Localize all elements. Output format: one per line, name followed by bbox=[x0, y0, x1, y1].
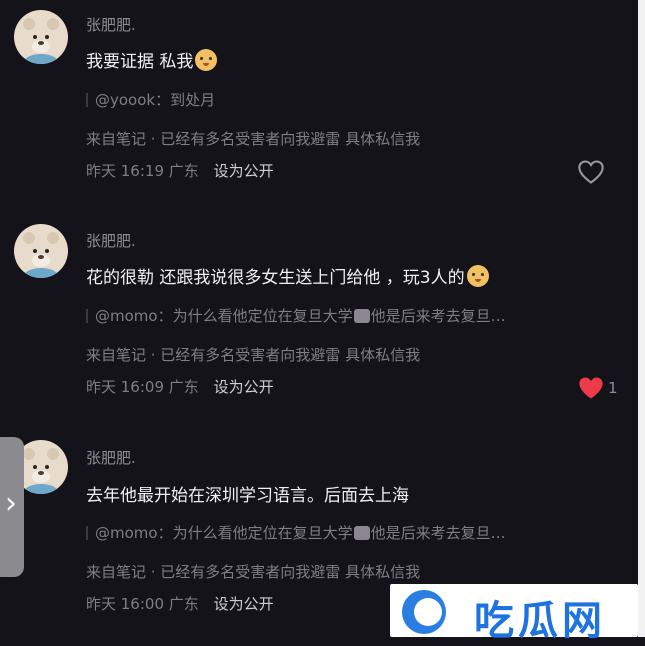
username[interactable]: 张肥肥. bbox=[86, 447, 136, 468]
quoted-reply[interactable]: @momo：为什么看他定位在复旦大学 他是后来考去复旦… bbox=[86, 522, 506, 543]
source-line: 来自笔记 · 已经有多名受害者向我避雷 具体私信我 bbox=[86, 563, 421, 581]
comment-meta: 昨天 16:00 广东 设为公开 bbox=[86, 593, 274, 614]
set-public-button[interactable]: 设为公开 bbox=[214, 595, 274, 613]
watermark-text: 吃瓜网 bbox=[474, 598, 606, 644]
timestamp: 昨天 16:00 bbox=[86, 595, 164, 613]
side-drawer-handle[interactable]: › bbox=[0, 437, 24, 577]
right-edge-strip bbox=[638, 0, 645, 637]
location: 广东 bbox=[168, 595, 199, 613]
watermark-logo bbox=[402, 590, 446, 634]
chevron-right-icon: › bbox=[5, 486, 17, 521]
watermark: 吃瓜网 bbox=[390, 584, 638, 644]
cat-emoji-icon bbox=[353, 526, 370, 540]
comment-text: 去年他最开始在深圳学习语言。后面去上海 bbox=[86, 486, 409, 506]
comment-item: 张肥肥. 去年他最开始在深圳学习语言。后面去上海 @momo：为什么看他定位在复… bbox=[0, 0, 638, 637]
